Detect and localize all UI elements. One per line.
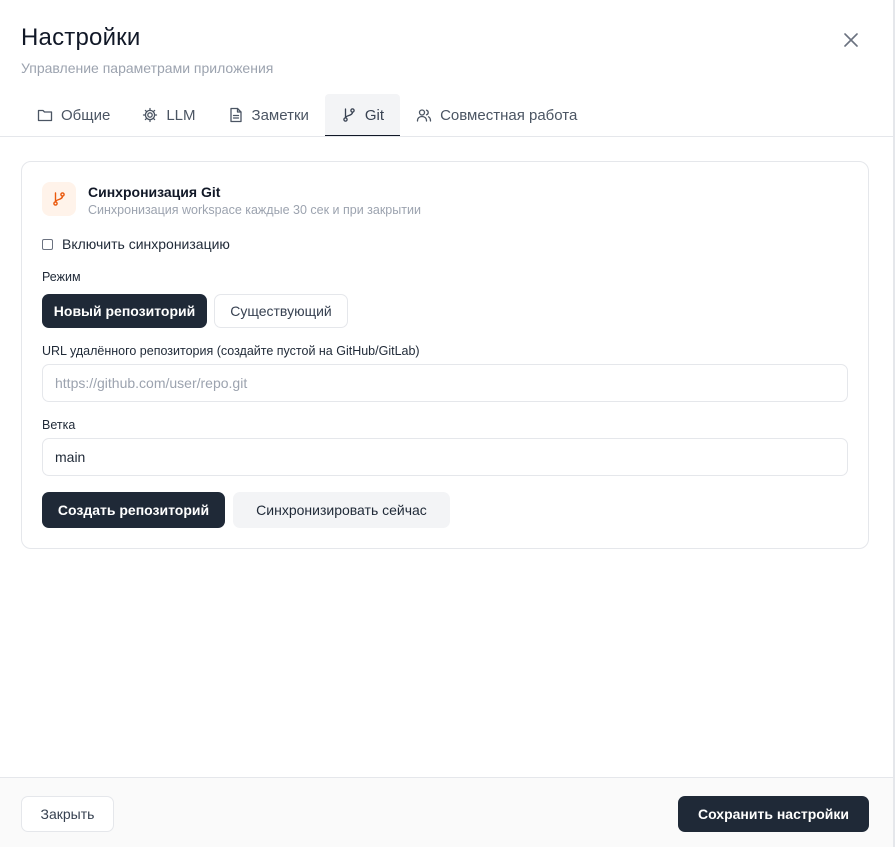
close-button[interactable] xyxy=(838,27,864,53)
mode-existing-button[interactable]: Существующий xyxy=(214,294,348,328)
tab-git-label: Git xyxy=(364,106,385,124)
tab-general[interactable]: Общие xyxy=(21,94,126,136)
card-subtitle: Синхронизация workspace каждые 30 сек и … xyxy=(88,203,421,217)
card-title: Синхронизация Git xyxy=(88,184,221,200)
dialog-footer: Закрыть Сохранить настройки xyxy=(0,777,893,847)
url-label: URL удалённого репозитория (создайте пус… xyxy=(42,344,420,358)
mode-label: Режим xyxy=(42,270,81,284)
card-icon-badge xyxy=(42,182,76,216)
git-branch-icon xyxy=(343,108,355,122)
tab-collaboration[interactable]: Совместная работа xyxy=(400,94,593,136)
settings-tabs: Общие LLM Заметки Git Совместная работа xyxy=(21,94,593,137)
settings-dialog: Настройки Управление параметрами приложе… xyxy=(0,0,895,847)
tabs-divider xyxy=(0,136,893,137)
git-branch-icon xyxy=(53,192,65,206)
dialog-title: Настройки xyxy=(21,24,141,51)
dialog-subtitle: Управление параметрами приложения xyxy=(21,60,274,76)
enable-sync-checkbox[interactable] xyxy=(42,238,53,250)
tab-notes-label: Заметки xyxy=(251,106,309,124)
tab-git[interactable]: Git xyxy=(324,94,401,137)
save-settings-button[interactable]: Сохранить настройки xyxy=(678,796,869,832)
remote-url-input[interactable] xyxy=(42,364,848,402)
tab-general-label: Общие xyxy=(61,106,111,124)
enable-sync-label: Включить синхронизацию xyxy=(62,236,230,252)
footer-close-button[interactable]: Закрыть xyxy=(21,796,114,832)
enable-sync-checkbox-row[interactable]: Включить синхронизацию xyxy=(42,236,230,252)
sync-now-button[interactable]: Синхронизировать сейчас xyxy=(233,492,450,528)
tab-llm[interactable]: LLM xyxy=(126,94,211,136)
branch-label: Ветка xyxy=(42,418,76,432)
branch-input[interactable] xyxy=(42,438,848,476)
mode-new-repo-button[interactable]: Новый репозиторий xyxy=(42,294,207,328)
close-icon xyxy=(844,33,858,47)
tab-llm-label: LLM xyxy=(166,106,196,124)
gear-icon xyxy=(143,107,158,123)
users-icon xyxy=(416,109,432,122)
document-icon xyxy=(229,107,242,123)
git-sync-card: Синхронизация Git Синхронизация workspac… xyxy=(21,161,869,549)
tab-notes[interactable]: Заметки xyxy=(212,94,325,136)
create-repo-button[interactable]: Создать репозиторий xyxy=(42,492,225,528)
tab-collaboration-label: Совместная работа xyxy=(440,106,578,124)
folder-icon xyxy=(37,109,53,122)
